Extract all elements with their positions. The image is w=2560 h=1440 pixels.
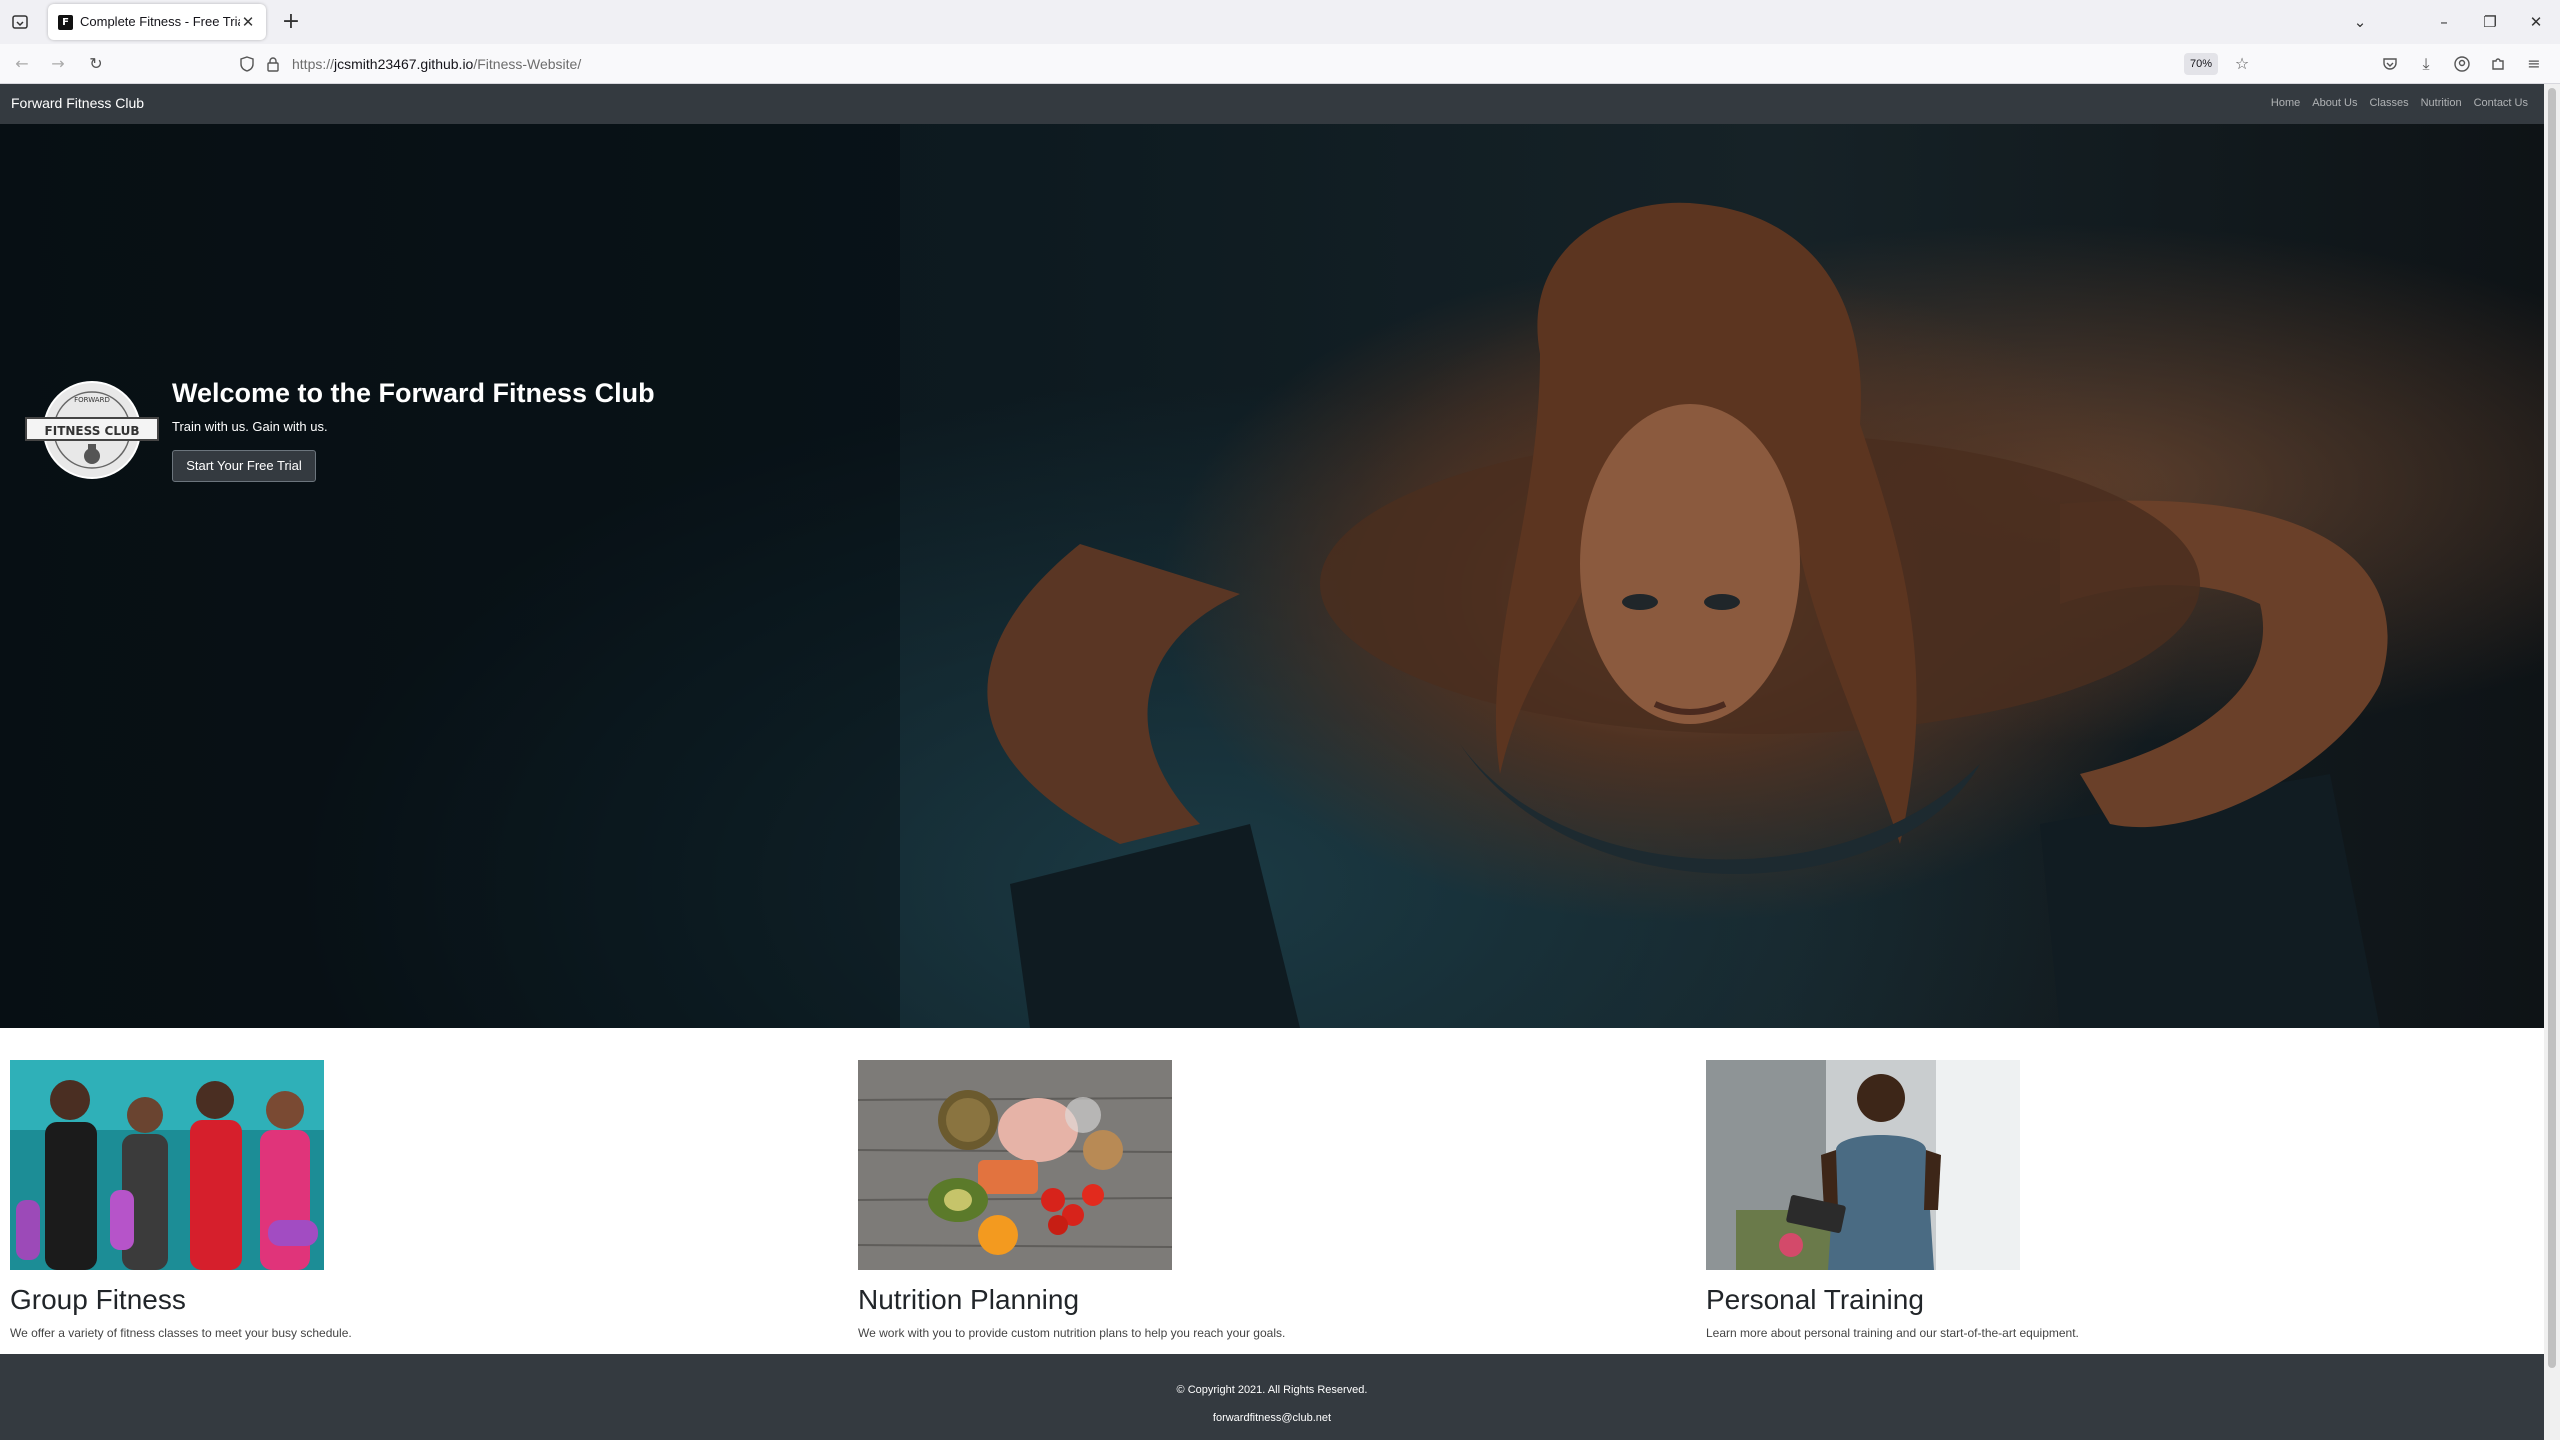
- url-text: https://jcsmith23467.github.io/Fitness-W…: [292, 56, 582, 72]
- personal-training-image: [1706, 1060, 2020, 1270]
- site-brand[interactable]: Forward Fitness Club: [11, 95, 144, 111]
- tracking-protection-icon[interactable]: [238, 55, 256, 73]
- group-fitness-image: [10, 1060, 324, 1270]
- card-text: We offer a variety of fitness classes to…: [10, 1326, 352, 1340]
- minimize-icon[interactable]: –: [2430, 8, 2458, 36]
- site-navbar: Forward Fitness Club Home About Us Class…: [0, 84, 2544, 124]
- nutrition-image: [858, 1060, 1172, 1270]
- nav-link-nutrition[interactable]: Nutrition: [2421, 97, 2462, 109]
- hero-background-image: [0, 124, 2388, 1028]
- footer-email-link[interactable]: forwardfitness@club.net: [0, 1412, 2544, 1424]
- free-trial-button[interactable]: Start Your Free Trial: [172, 450, 316, 482]
- account-icon[interactable]: [2450, 52, 2474, 76]
- browser-tab-active[interactable]: F Complete Fitness - Free Trial | F ✕: [48, 4, 266, 40]
- restore-icon[interactable]: ❐: [2476, 8, 2504, 36]
- web-page: Forward Fitness Club Home About Us Class…: [0, 84, 2544, 1440]
- copyright-text: © Copyright 2021. All Rights Reserved.: [1176, 1384, 1368, 1396]
- new-tab-icon[interactable]: +: [278, 9, 304, 35]
- tab-title: Complete Fitness - Free Trial | F: [80, 14, 240, 29]
- address-bar[interactable]: https://jcsmith23467.github.io/Fitness-W…: [228, 48, 2258, 80]
- list-all-tabs-icon[interactable]: ⌄: [2346, 8, 2374, 36]
- pocket-icon[interactable]: [2378, 52, 2402, 76]
- svg-text:FITNESS CLUB: FITNESS CLUB: [45, 424, 140, 438]
- browser-tab-bar: F Complete Fitness - Free Trial | F ✕ + …: [0, 0, 2560, 44]
- site-footer: © Copyright 2021. All Rights Reserved. f…: [0, 1354, 2544, 1440]
- nav-link-home[interactable]: Home: [2271, 97, 2300, 109]
- card-title: Nutrition Planning: [858, 1284, 1080, 1315]
- nav-link-about[interactable]: About Us: [2312, 97, 2357, 109]
- hero-section: FORWARD FITNESS CLUB Welcome to the Forw…: [0, 124, 2544, 1028]
- card-title: Group Fitness: [10, 1284, 186, 1315]
- tab-list-icon[interactable]: [8, 10, 32, 34]
- nav-link-contact[interactable]: Contact Us: [2474, 97, 2528, 109]
- back-icon[interactable]: ←: [10, 52, 34, 76]
- site-nav-links: Home About Us Classes Nutrition Contact …: [2271, 97, 2528, 109]
- browser-navigation-bar: ← → ↻ https://jcsmith23467.github.io/Fit…: [0, 44, 2560, 84]
- card-text: Learn more about personal training and o…: [1706, 1326, 2079, 1340]
- reload-icon[interactable]: ↻: [84, 52, 108, 76]
- lock-icon[interactable]: [264, 55, 282, 73]
- extensions-icon[interactable]: [2486, 52, 2510, 76]
- close-window-icon[interactable]: ✕: [2522, 8, 2550, 36]
- hero-title: Welcome to the Forward Fitness Club: [172, 378, 655, 408]
- close-tab-icon[interactable]: ✕: [238, 12, 258, 32]
- favicon-icon: F: [58, 15, 73, 30]
- scrollbar-thumb[interactable]: [2548, 88, 2556, 1368]
- zoom-level[interactable]: 70%: [2184, 53, 2219, 75]
- forward-icon[interactable]: →: [46, 52, 70, 76]
- nav-link-classes[interactable]: Classes: [2369, 97, 2408, 109]
- svg-text:FORWARD: FORWARD: [74, 396, 110, 404]
- card-title: Personal Training: [1706, 1284, 1924, 1315]
- card-text: We work with you to provide custom nutri…: [858, 1326, 1286, 1340]
- bookmark-star-icon[interactable]: ☆: [2230, 52, 2254, 76]
- hero-subtitle: Train with us. Gain with us.: [172, 419, 328, 434]
- menu-icon[interactable]: ≡: [2522, 52, 2546, 76]
- page-scrollbar[interactable]: [2544, 84, 2560, 1440]
- downloads-icon[interactable]: ⤓: [2414, 52, 2438, 76]
- fitness-club-logo: FORWARD FITNESS CLUB: [25, 381, 159, 479]
